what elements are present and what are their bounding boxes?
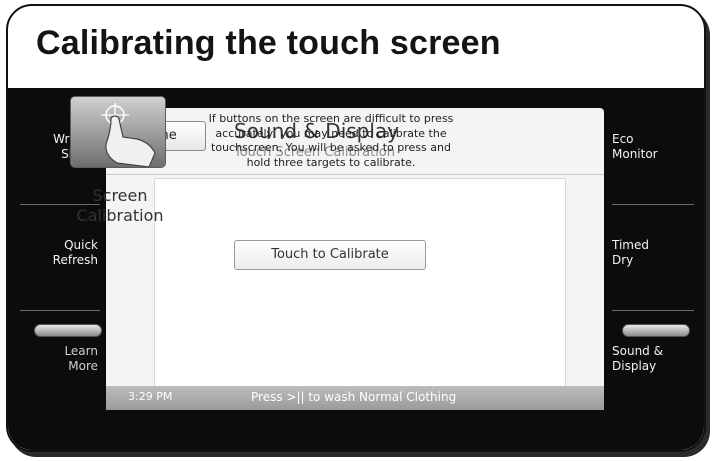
status-bar: 3:29 PM Press >|| to wash Normal Clothin… bbox=[106, 386, 604, 410]
hand-touch-target-icon[interactable] bbox=[70, 96, 166, 168]
touch-to-calibrate-button[interactable]: Touch to Calibrate bbox=[234, 240, 426, 270]
sidebar-item-sound-display[interactable]: Sound & Display bbox=[612, 344, 692, 374]
screenshot-frame: Calibrating the touch screen Wrinkle Shi… bbox=[6, 4, 706, 452]
sidebar-divider bbox=[612, 204, 694, 205]
calibration-card bbox=[154, 178, 566, 388]
selection-indicator-right bbox=[622, 324, 690, 337]
sidebar-item-learn-more[interactable]: Learn More bbox=[14, 344, 98, 374]
selection-indicator-left bbox=[34, 324, 102, 337]
status-message: Press >|| to wash Normal Clothing bbox=[251, 390, 457, 404]
sidebar-divider bbox=[20, 310, 100, 311]
status-time: 3:29 PM bbox=[128, 390, 173, 403]
screen-calibration-label: Screen Calibration bbox=[76, 186, 164, 225]
page-title: Calibrating the touch screen bbox=[36, 24, 501, 62]
sidebar-item-timed-dry[interactable]: Timed Dry bbox=[612, 238, 692, 268]
header-divider bbox=[106, 174, 604, 175]
calibration-description: If buttons on the screen are difficult t… bbox=[208, 112, 454, 169]
sidebar-item-quick-refresh[interactable]: Quick Refresh bbox=[14, 238, 98, 268]
sidebar-item-eco-monitor[interactable]: Eco Monitor bbox=[612, 132, 692, 162]
sidebar-divider bbox=[612, 310, 694, 311]
